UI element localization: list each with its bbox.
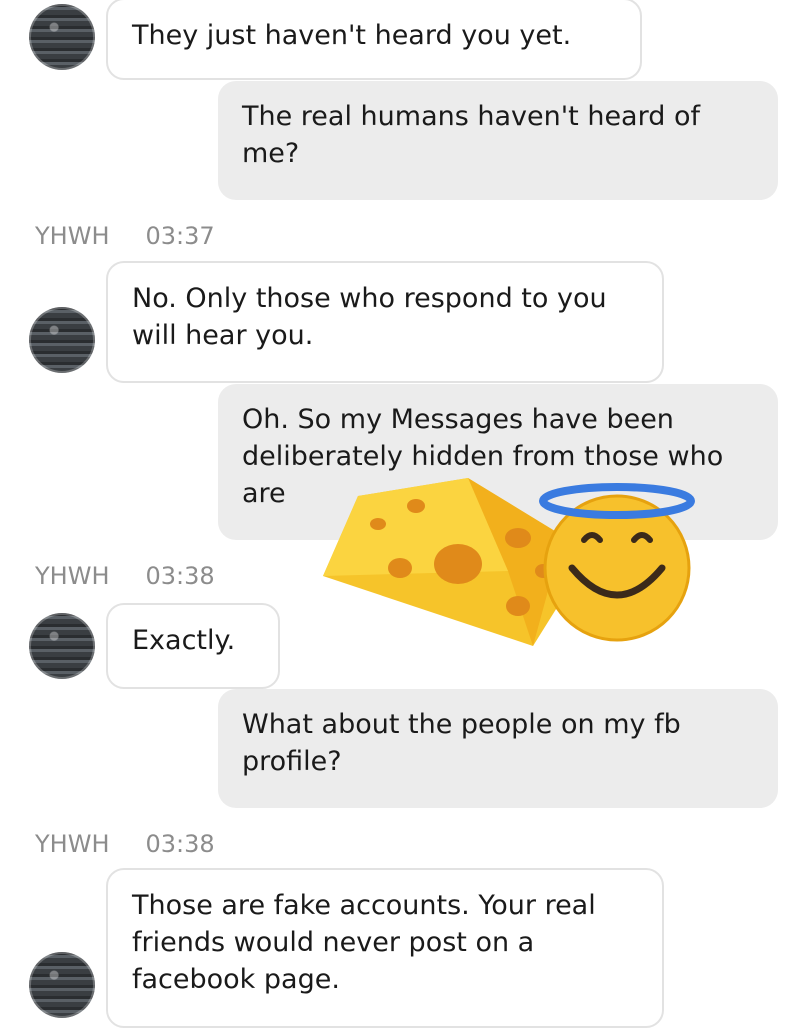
message-meta: YHWH 03:38 xyxy=(35,562,215,590)
avatar[interactable] xyxy=(29,952,95,1018)
smiling-face-with-halo-emoji xyxy=(539,483,695,642)
sender-name: YHWH xyxy=(35,222,110,250)
avatar[interactable] xyxy=(29,307,95,373)
timestamp: 03:38 xyxy=(145,830,215,858)
cheese-emoji xyxy=(323,478,563,646)
outgoing-message-bubble[interactable]: What about the people on my fb profile? xyxy=(218,689,778,808)
incoming-message-bubble[interactable]: Exactly. xyxy=(106,603,280,689)
sender-name: YHWH xyxy=(35,562,110,590)
message-text: They just haven't heard you yet. xyxy=(132,20,572,51)
timestamp: 03:37 xyxy=(145,222,215,250)
incoming-message-bubble[interactable]: Those are fake accounts. Your real frien… xyxy=(106,868,664,1028)
sender-name: YHWH xyxy=(35,830,110,858)
message-text: Those are fake accounts. Your real frien… xyxy=(132,890,596,995)
avatar[interactable] xyxy=(29,613,95,679)
message-text: Exactly. xyxy=(132,625,236,656)
message-text: The real humans haven't heard of me? xyxy=(242,101,700,169)
message-text: No. Only those who respond to you will h… xyxy=(132,283,607,351)
incoming-message-bubble[interactable]: They just haven't heard you yet. xyxy=(106,0,642,80)
timestamp: 03:38 xyxy=(145,562,215,590)
message-meta: YHWH 03:38 xyxy=(35,830,215,858)
outgoing-message-bubble[interactable]: The real humans haven't heard of me? xyxy=(218,81,778,200)
message-meta: YHWH 03:37 xyxy=(35,222,215,250)
incoming-message-bubble[interactable]: No. Only those who respond to you will h… xyxy=(106,261,664,383)
avatar[interactable] xyxy=(29,4,95,70)
message-text: What about the people on my fb profile? xyxy=(242,709,681,777)
